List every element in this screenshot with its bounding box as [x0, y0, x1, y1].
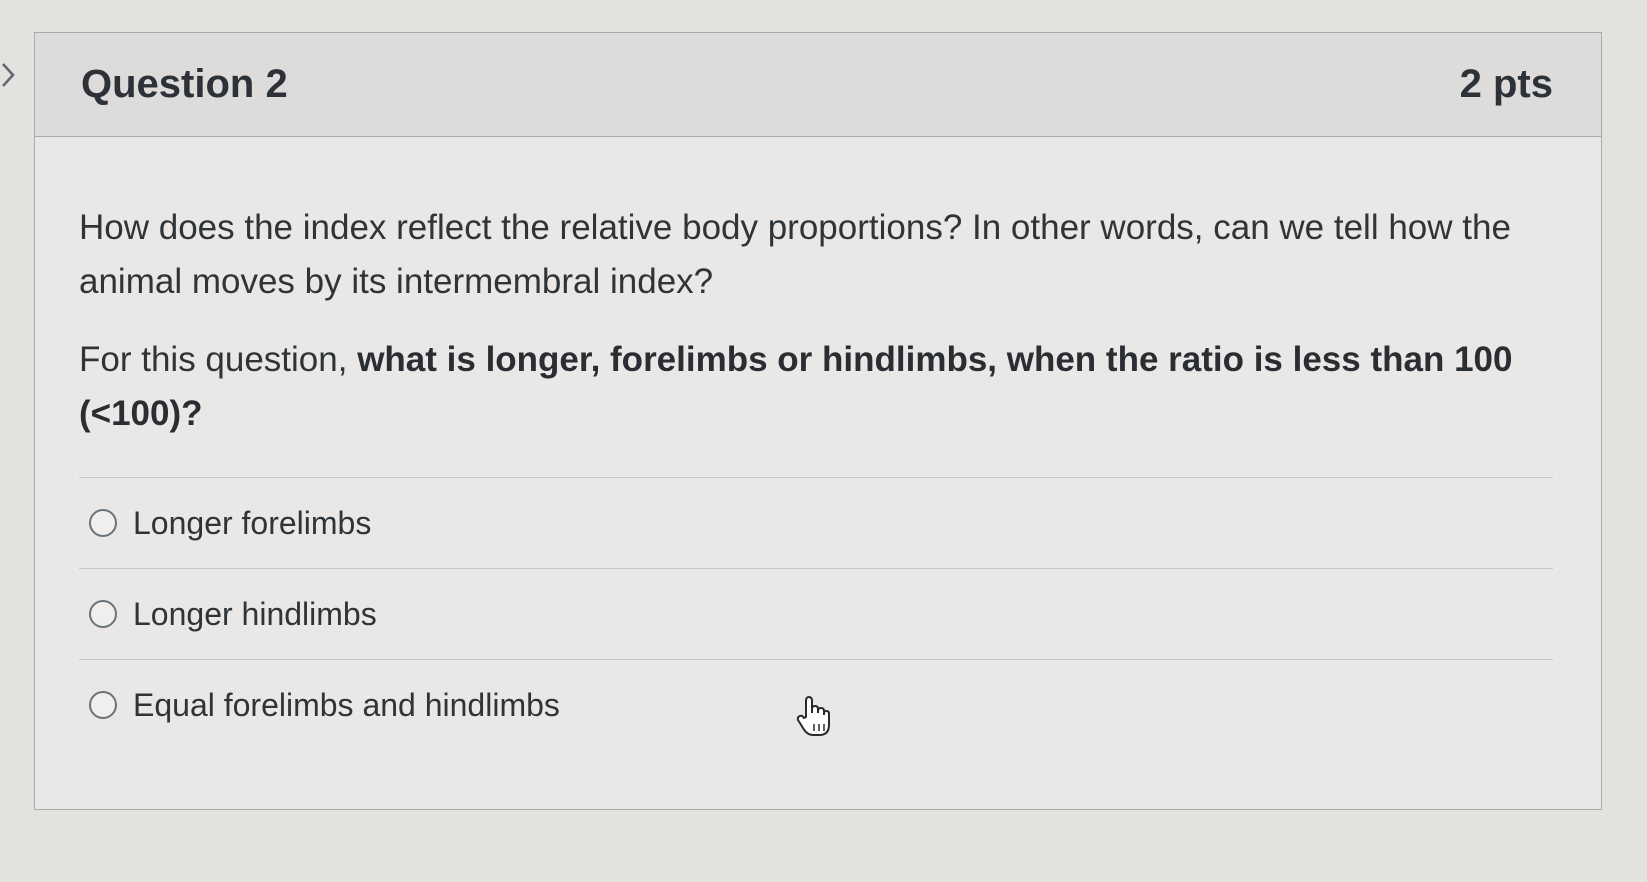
radio-button[interactable] — [89, 600, 117, 628]
hand-pointer-icon — [796, 695, 832, 739]
question-title: Question 2 — [81, 62, 288, 106]
question-header: Question 2 2 pts — [35, 33, 1601, 137]
question-card: Question 2 2 pts How does the index refl… — [34, 32, 1602, 810]
instruction-prefix: For this question, — [79, 340, 358, 379]
answer-label: Equal forelimbs and hindlimbs — [133, 686, 560, 723]
question-body: How does the index reflect the relative … — [35, 137, 1601, 750]
question-prompt: How does the index reflect the relative … — [79, 208, 1511, 301]
question-instruction: For this question, what is longer, forel… — [79, 333, 1553, 441]
answer-label: Longer forelimbs — [133, 504, 372, 541]
chevron-right-icon[interactable] — [0, 60, 16, 90]
radio-button[interactable] — [89, 509, 117, 537]
answer-option-longer-hindlimbs[interactable]: Longer hindlimbs — [79, 569, 1553, 660]
answer-label: Longer hindlimbs — [133, 595, 377, 632]
radio-button[interactable] — [89, 691, 117, 719]
question-points: 2 pts — [1459, 62, 1553, 106]
answer-option-longer-forelimbs[interactable]: Longer forelimbs — [79, 478, 1553, 569]
